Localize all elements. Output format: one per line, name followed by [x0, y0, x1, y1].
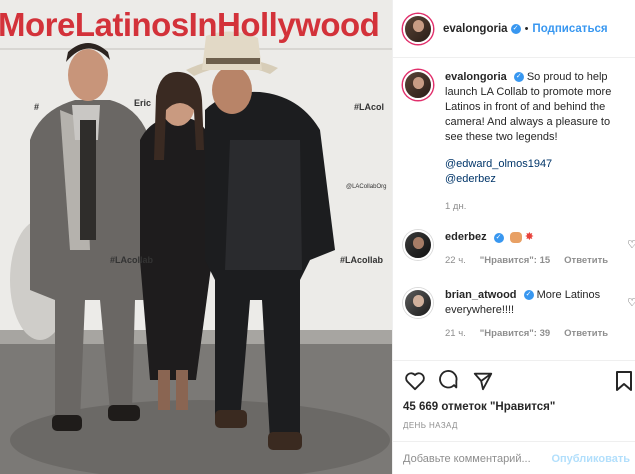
comment-username[interactable]: ederbez: [445, 231, 487, 243]
verified-icon: ✓: [510, 23, 521, 34]
caption-username[interactable]: evalongoria: [445, 71, 507, 83]
comment-item: brian_atwood ✓ More Latinos everywhere!!!…: [403, 288, 635, 341]
post-actions: 45 669 отметок "Нравится" ДЕНЬ НАЗАД Опу…: [393, 360, 635, 474]
bookmark-icon[interactable]: [612, 369, 635, 393]
post-photo[interactable]: MoreLatinosInHollywood # Eric #LAcol @LA…: [0, 0, 392, 474]
post-header: evalongoria ✓ • Подписаться: [393, 0, 635, 58]
comment-time: 21 ч.: [445, 328, 466, 339]
wall-tag-name: Eric: [134, 98, 152, 108]
post-sidebar: evalongoria ✓ • Подписаться evalongoria ✓…: [392, 0, 635, 474]
comment-time: 22 ч.: [445, 255, 466, 267]
caption-item: evalongoria ✓ So proud to help launch LA …: [403, 70, 625, 214]
banner-text: MoreLatinosInHollywood: [0, 6, 380, 43]
verified-icon: ✓: [513, 72, 524, 83]
photo-scene: [0, 0, 392, 474]
wall-tag-bottom-right: #LAcollab: [340, 255, 384, 265]
verified-icon: ✓: [523, 290, 534, 301]
add-comment-bar: Опубликовать: [393, 441, 635, 474]
avatar[interactable]: [403, 13, 433, 44]
heart-icon[interactable]: [403, 369, 427, 393]
verified-icon: ✓: [493, 232, 504, 243]
like-comment-heart-icon[interactable]: ♡: [627, 296, 635, 309]
avatar[interactable]: [403, 230, 433, 260]
share-icon[interactable]: [471, 369, 495, 393]
instagram-post: MoreLatinosInHollywood # Eric #LAcol @LA…: [0, 0, 635, 474]
wall-tag-right: #LAcol: [354, 102, 385, 112]
reply-button[interactable]: Ответить: [564, 253, 608, 268]
like-comment-heart-icon[interactable]: ♡: [627, 238, 635, 251]
comment-item: ederbez ✓ ✸ 22 ч. "Нравится": 15 Ответить…: [403, 230, 635, 268]
avatar[interactable]: [403, 70, 433, 100]
fist-bump-icon: [509, 232, 522, 243]
wall-tag-left: #: [34, 102, 40, 112]
caption-time: 1 дн.: [445, 201, 467, 212]
wall-tag-handle: @LACollabOrg: [346, 184, 387, 190]
header-username[interactable]: evalongoria: [443, 23, 508, 35]
avatar[interactable]: [403, 288, 433, 318]
likes-count[interactable]: 45 669 отметок "Нравится": [403, 401, 555, 413]
collision-icon: ✸: [524, 231, 534, 243]
post-date: ДЕНЬ НАЗАД: [403, 421, 458, 430]
separator-dot: •: [524, 22, 529, 35]
wall-tag-bottom-left: #LAcollab: [110, 255, 154, 265]
publish-button[interactable]: Опубликовать: [551, 453, 630, 465]
reply-button[interactable]: Ответить: [564, 326, 608, 341]
comment-input[interactable]: [403, 452, 552, 465]
comments-list[interactable]: evalongoria ✓ So proud to help launch LA …: [393, 58, 635, 360]
comment-likes[interactable]: "Нравится": 15: [480, 253, 550, 268]
caption-mention[interactable]: @edward_olmos1947: [445, 157, 625, 172]
follow-button[interactable]: Подписаться: [532, 23, 607, 35]
comment-likes[interactable]: "Нравится": 39: [480, 326, 550, 341]
comment-username[interactable]: brian_atwood: [445, 289, 517, 301]
caption-mention[interactable]: @ederbez: [445, 172, 625, 187]
comment-icon[interactable]: [437, 369, 461, 393]
